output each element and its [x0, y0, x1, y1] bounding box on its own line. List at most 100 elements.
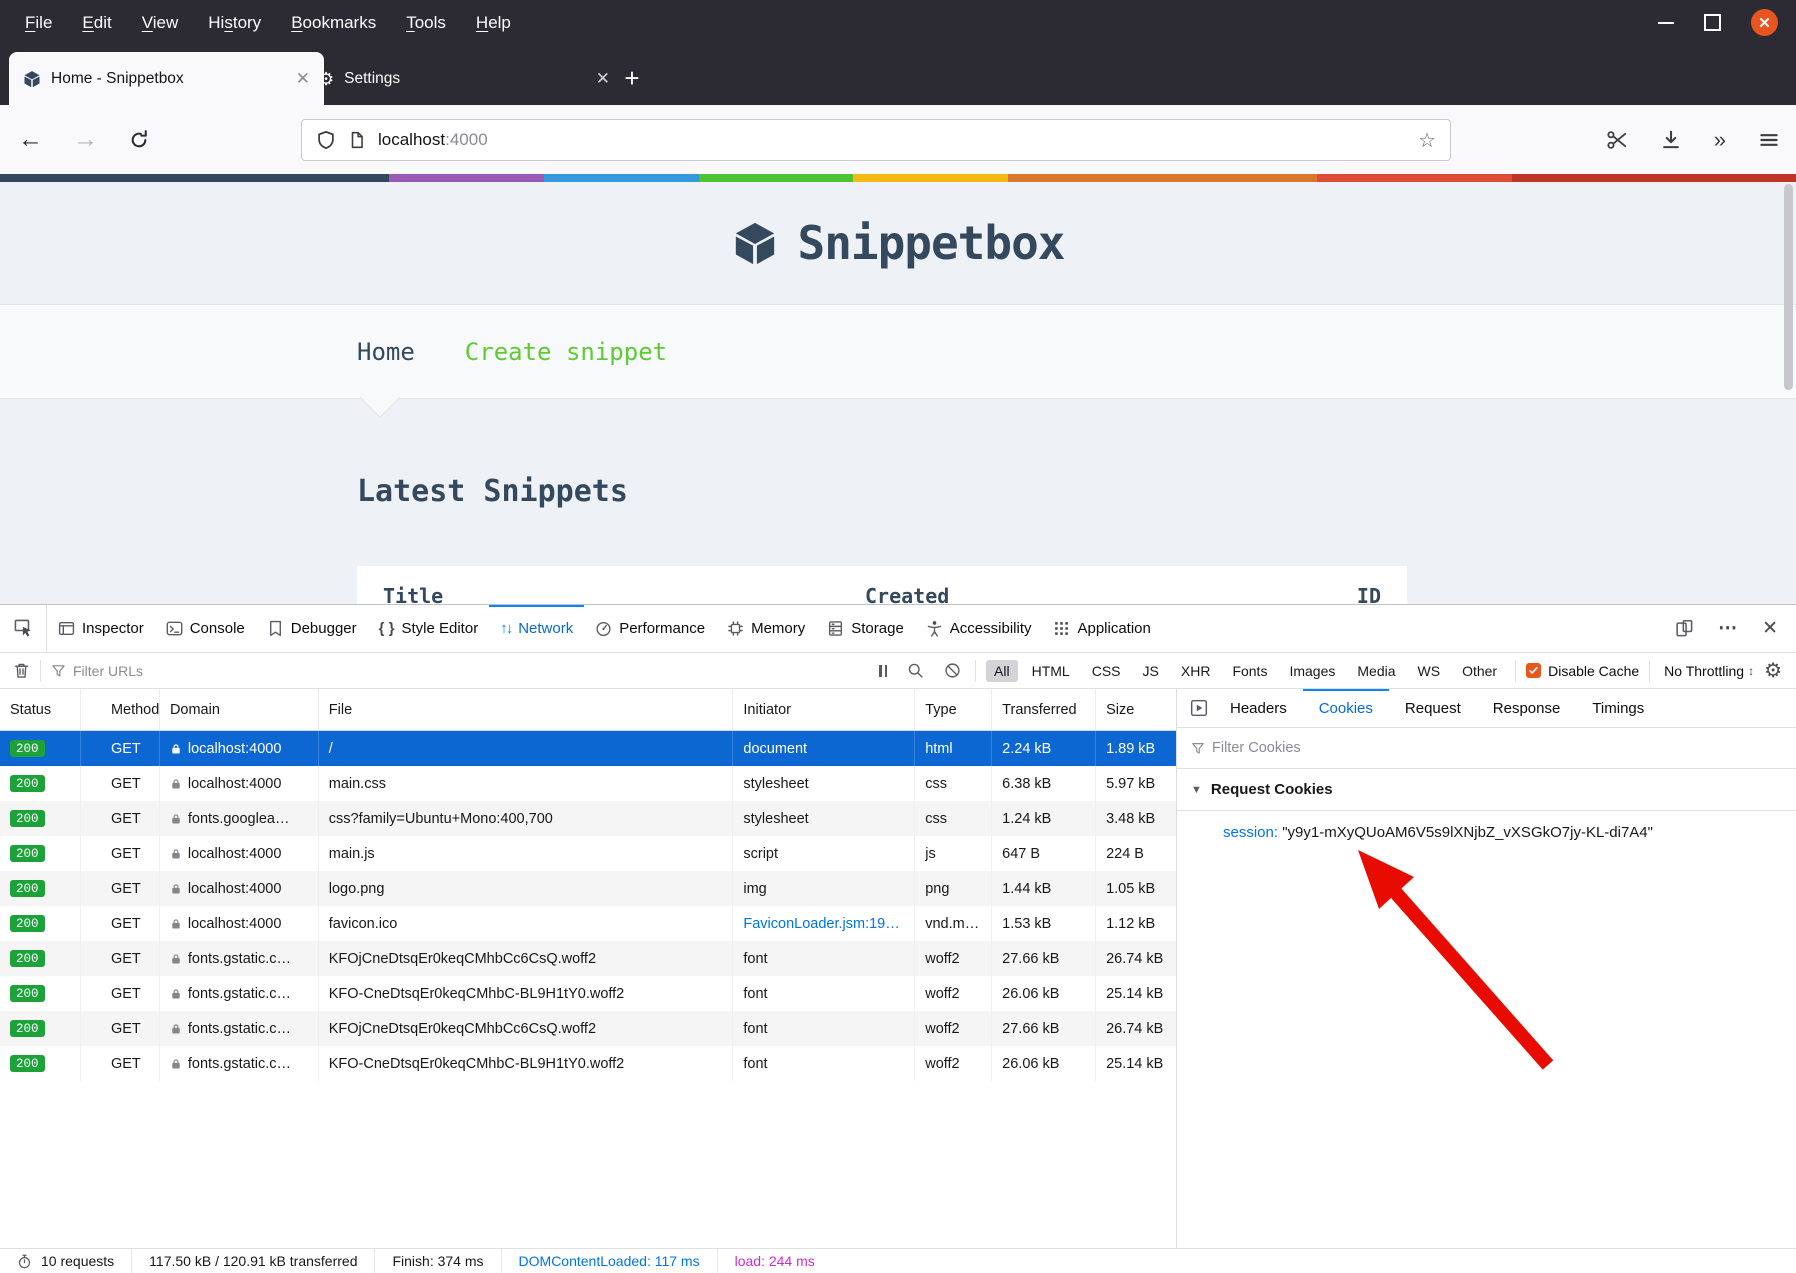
- network-request-row[interactable]: 200GETlocalhost:4000/documenthtml2.24 kB…: [0, 731, 1176, 766]
- devtools-tab-storage[interactable]: Storage: [816, 605, 915, 652]
- url-bar[interactable]: localhost:4000 ☆: [301, 119, 1451, 161]
- column-header-size[interactable]: Size: [1096, 689, 1176, 730]
- column-header-method[interactable]: Method: [81, 689, 160, 730]
- details-tab-request[interactable]: Request: [1389, 689, 1477, 727]
- type-filter-css[interactable]: CSS: [1084, 660, 1129, 682]
- status-badge: 200: [10, 950, 45, 967]
- column-header-initiator[interactable]: Initiator: [733, 689, 915, 730]
- network-request-row[interactable]: 200GETfonts.gstatic.c…KFOjCneDtsqEr0keqC…: [0, 941, 1176, 976]
- type-filter-html[interactable]: HTML: [1024, 660, 1078, 682]
- reload-button[interactable]: [128, 129, 150, 151]
- devtools-tab-memory[interactable]: Memory: [716, 605, 816, 652]
- menu-tools[interactable]: Tools: [391, 13, 461, 33]
- clear-requests-trash-icon[interactable]: [13, 662, 30, 679]
- devtools-tab-application[interactable]: Application: [1042, 605, 1161, 652]
- devtools-tab-network[interactable]: ↑↓Network: [489, 605, 584, 652]
- block-requests-icon[interactable]: [944, 662, 961, 679]
- column-header-type[interactable]: Type: [915, 689, 992, 730]
- filter-cookies-input[interactable]: Filter Cookies: [1177, 728, 1796, 769]
- details-tab-timings[interactable]: Timings: [1576, 689, 1660, 727]
- network-request-row[interactable]: 200GETlocalhost:4000logo.pngimgpng1.44 k…: [0, 871, 1176, 906]
- devtools-tab-accessibility[interactable]: Accessibility: [915, 605, 1043, 652]
- devtools-tab-console[interactable]: Console: [155, 605, 256, 652]
- network-request-row[interactable]: 200GETfonts.gstatic.c…KFOjCneDtsqEr0keqC…: [0, 1011, 1176, 1046]
- initiator-cell: stylesheet: [733, 766, 915, 801]
- network-settings-gear-icon[interactable]: ⚙: [1764, 658, 1782, 683]
- overflow-chevrons-icon[interactable]: »: [1714, 127, 1726, 153]
- menu-history[interactable]: History: [193, 13, 276, 33]
- request-details-panel: HeadersCookiesRequestResponseTimings Fil…: [1177, 689, 1796, 1249]
- network-request-row[interactable]: 200GETfonts.gstatic.c…KFO-CneDtsqEr0keqC…: [0, 976, 1176, 1011]
- column-header-status[interactable]: Status: [0, 689, 81, 730]
- column-header-domain[interactable]: Domain: [160, 689, 319, 730]
- download-icon[interactable]: [1660, 129, 1682, 151]
- network-request-row[interactable]: 200GETlocalhost:4000favicon.icoFaviconLo…: [0, 906, 1176, 941]
- maximize-button[interactable]: [1704, 14, 1721, 31]
- menu-edit[interactable]: Edit: [67, 13, 126, 33]
- devtools-tab-performance[interactable]: Performance: [584, 605, 716, 652]
- close-window-button[interactable]: ✕: [1751, 9, 1778, 36]
- transferred-cell: 2.24 kB: [992, 731, 1096, 766]
- url-port: :4000: [445, 130, 488, 150]
- domcontentloaded-time: DOMContentLoaded: 117 ms: [519, 1253, 700, 1269]
- initiator-cell[interactable]: FaviconLoader.jsm:19…: [733, 906, 915, 941]
- type-filter-other[interactable]: Other: [1454, 660, 1505, 682]
- navigation-toolbar: ← → localhost:4000 ☆ »: [0, 105, 1796, 174]
- cookie-name[interactable]: session:: [1223, 824, 1278, 841]
- type-filter-fonts[interactable]: Fonts: [1224, 660, 1275, 682]
- menu-view[interactable]: View: [127, 13, 194, 33]
- method-cell: GET: [81, 801, 160, 836]
- type-filter-ws[interactable]: WS: [1410, 660, 1449, 682]
- session-cookie-row[interactable]: session: "y9y1-mXyQUoAM6V5s9lXNjbZ_vXSGk…: [1223, 824, 1796, 841]
- menu-bookmarks[interactable]: Bookmarks: [276, 13, 391, 33]
- details-tab-response[interactable]: Response: [1477, 689, 1577, 727]
- disable-cache-checkbox[interactable]: Disable Cache: [1526, 663, 1639, 679]
- hamburger-menu-icon[interactable]: [1758, 129, 1780, 151]
- shield-permissions-icon[interactable]: [316, 130, 336, 150]
- type-filter-media[interactable]: Media: [1349, 660, 1403, 682]
- new-tab-button[interactable]: +: [615, 59, 649, 97]
- network-request-row[interactable]: 200GETlocalhost:4000main.cssstylesheetcs…: [0, 766, 1176, 801]
- devtools-meatball-menu-icon[interactable]: ⋯: [1718, 617, 1738, 640]
- pick-element-button[interactable]: [0, 605, 47, 652]
- type-filter-xhr[interactable]: XHR: [1173, 660, 1219, 682]
- back-button[interactable]: ←: [18, 125, 43, 154]
- menu-file[interactable]: File: [10, 13, 67, 33]
- bookmark-star-icon[interactable]: ☆: [1418, 128, 1436, 153]
- filter-urls-input[interactable]: Filter URLs: [73, 663, 143, 679]
- column-header-file[interactable]: File: [319, 689, 734, 730]
- nav-link-create-snippet[interactable]: Create snippet: [465, 338, 667, 366]
- menu-help[interactable]: Help: [461, 13, 526, 33]
- status-badge: 200: [10, 915, 45, 932]
- tab-home-snippetbox[interactable]: Home - Snippetbox ✕: [9, 52, 324, 105]
- devtools-tab-debugger[interactable]: Debugger: [256, 605, 368, 652]
- search-icon[interactable]: [907, 662, 924, 679]
- pause-traffic-icon[interactable]: [879, 665, 887, 677]
- throttling-dropdown[interactable]: No Throttling ↕: [1664, 663, 1754, 679]
- minimize-button[interactable]: [1658, 22, 1674, 24]
- type-filter-js[interactable]: JS: [1135, 660, 1167, 682]
- responsive-design-icon[interactable]: [1675, 619, 1694, 638]
- network-request-row[interactable]: 200GETfonts.gstatic.c…KFO-CneDtsqEr0keqC…: [0, 1046, 1176, 1081]
- status-cell: 200: [0, 1046, 81, 1081]
- details-tab-headers[interactable]: Headers: [1214, 689, 1303, 727]
- nav-link-home[interactable]: Home: [357, 338, 415, 366]
- tab-close-icon[interactable]: ✕: [596, 69, 610, 89]
- play-panel-icon[interactable]: [1177, 689, 1214, 727]
- page-info-icon[interactable]: [348, 131, 366, 149]
- page-scrollbar-thumb[interactable]: [1784, 184, 1793, 390]
- type-filter-all[interactable]: All: [986, 660, 1018, 682]
- forward-button[interactable]: →: [73, 125, 98, 154]
- tab-settings[interactable]: ⚙ Settings ✕: [304, 52, 624, 105]
- network-request-row[interactable]: 200GETlocalhost:4000main.jsscriptjs647 B…: [0, 836, 1176, 871]
- devtools-tab-style-editor[interactable]: { }Style Editor: [368, 605, 490, 652]
- column-header-transferred[interactable]: Transferred: [992, 689, 1096, 730]
- transferred-cell: 26.06 kB: [992, 976, 1096, 1011]
- details-tab-cookies[interactable]: Cookies: [1303, 689, 1389, 727]
- type-filter-images[interactable]: Images: [1281, 660, 1343, 682]
- network-request-row[interactable]: 200GETfonts.googlea…css?family=Ubuntu+Mo…: [0, 801, 1176, 836]
- request-cookies-section-header[interactable]: ▼ Request Cookies: [1177, 769, 1796, 811]
- devtools-close-icon[interactable]: ✕: [1762, 617, 1778, 640]
- screenshot-scissors-icon[interactable]: [1606, 129, 1628, 151]
- devtools-tab-inspector[interactable]: Inspector: [47, 605, 155, 652]
